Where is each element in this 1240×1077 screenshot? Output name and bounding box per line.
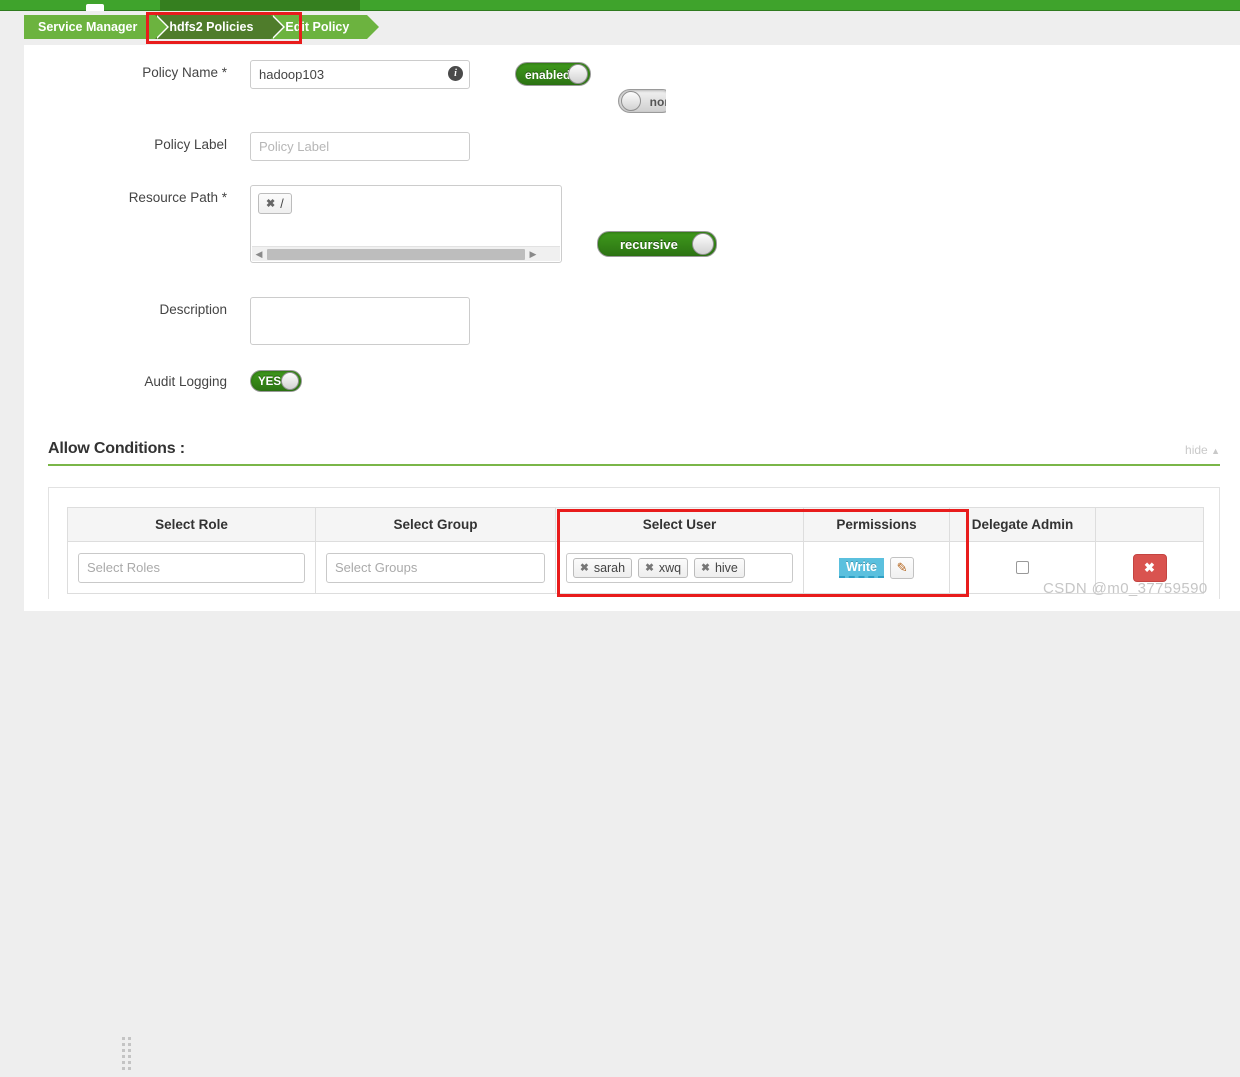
breadcrumb: Service Manager hdfs2 Policies Edit Poli… — [24, 15, 380, 39]
cell-select-user: ✖ sarah ✖ xwq ✖ hive — [555, 541, 804, 594]
remove-icon[interactable]: ✖ — [645, 562, 654, 574]
resource-path-row: Resource Path * ✖ / ◀ ▶ recursive — [24, 185, 717, 263]
audit-logging-toggle-label: YES — [258, 376, 282, 388]
toggle-knob — [568, 64, 588, 84]
close-icon: ✖ — [1144, 559, 1155, 575]
hide-toggle-link[interactable]: hide ▲ — [1185, 443, 1220, 457]
user-chip-sarah[interactable]: ✖ sarah — [573, 557, 633, 578]
allow-conditions-divider — [48, 464, 1220, 466]
toggle-knob — [621, 91, 641, 111]
app-top-bar-section — [160, 0, 360, 11]
select-users-input[interactable]: ✖ sarah ✖ xwq ✖ hive — [566, 552, 793, 583]
policy-name-row: Policy Name * i enabled — [24, 60, 591, 89]
remove-icon[interactable]: ✖ — [266, 197, 275, 210]
remove-icon[interactable]: ✖ — [580, 562, 589, 574]
description-label: Description — [159, 302, 227, 317]
cell-permissions: Write ✎ — [803, 541, 950, 594]
policy-label-input[interactable] — [250, 132, 470, 161]
permissions-cell: Write ✎ — [814, 556, 939, 579]
select-groups-input[interactable]: Select Groups — [326, 552, 545, 583]
watermark: CSDN @m0_37759590 — [1043, 580, 1208, 597]
breadcrumb-label: Edit Policy — [285, 20, 350, 34]
user-chip-hive[interactable]: ✖ hive — [694, 557, 745, 578]
breadcrumb-label: hdfs2 Policies — [169, 20, 254, 34]
audit-logging-toggle-wrap: YES — [250, 370, 302, 392]
user-chip-xwq[interactable]: ✖ xwq — [638, 557, 689, 578]
policy-status-toggle-wrap: enabled — [515, 60, 591, 86]
toggle-knob — [281, 372, 299, 390]
resource-path-box[interactable]: ✖ / ◀ ▶ — [250, 185, 562, 263]
audit-logging-label: Audit Logging — [144, 373, 227, 389]
policy-label-field-wrap — [250, 132, 470, 161]
policy-type-toggle-label: nor — [649, 95, 666, 109]
permission-badge-write[interactable]: Write — [838, 557, 885, 578]
scrollbar-thumb[interactable] — [267, 248, 525, 260]
select-roles-input[interactable]: Select Roles — [78, 552, 305, 583]
caret-up-icon: ▲ — [1211, 446, 1220, 456]
audit-logging-row: Audit Logging YES — [24, 370, 302, 392]
allow-conditions-header: Allow Conditions : hide ▲ — [48, 440, 1220, 458]
description-textarea[interactable] — [250, 297, 470, 345]
hide-label: hide — [1185, 443, 1208, 457]
table-header-row: Select Role Select Group Select User Per… — [67, 507, 1204, 542]
info-icon[interactable]: i — [448, 66, 463, 81]
select-groups-placeholder: Select Groups — [335, 560, 418, 575]
policy-name-label: Policy Name * — [142, 65, 227, 80]
app-top-bar — [0, 0, 1240, 11]
allow-conditions-table: Select Role Select Group Select User Per… — [67, 507, 1204, 594]
allow-conditions-title: Allow Conditions : — [48, 440, 185, 457]
policy-status-toggle-label: enabled — [525, 68, 571, 82]
policy-label-label: Policy Label — [154, 137, 227, 152]
pencil-icon: ✎ — [896, 559, 908, 575]
recursive-toggle[interactable]: recursive — [597, 231, 717, 257]
resource-path-hscrollbar[interactable]: ◀ ▶ — [252, 246, 560, 261]
recursive-toggle-wrap: recursive — [597, 185, 717, 257]
column-header-permissions: Permissions — [803, 507, 950, 542]
remove-icon[interactable]: ✖ — [701, 562, 710, 574]
breadcrumb-item-hdfs2-policies[interactable]: hdfs2 Policies — [155, 15, 286, 39]
policy-type-toggle[interactable]: nor — [618, 89, 666, 113]
recursive-toggle-label: recursive — [620, 237, 678, 252]
column-header-select-role: Select Role — [67, 507, 316, 542]
delegate-admin-checkbox[interactable] — [1016, 561, 1029, 574]
column-header-select-user: Select User — [555, 507, 804, 542]
column-header-select-group: Select Group — [315, 507, 556, 542]
user-chip-label: sarah — [593, 560, 626, 575]
audit-logging-toggle[interactable]: YES — [250, 370, 302, 392]
scroll-left-icon[interactable]: ◀ — [252, 249, 266, 260]
breadcrumb-label: Service Manager — [38, 20, 138, 34]
policy-name-input[interactable] — [250, 60, 470, 89]
column-header-actions — [1095, 507, 1204, 542]
toggle-knob — [692, 233, 714, 255]
drag-handle[interactable] — [122, 1037, 131, 1077]
delete-row-button[interactable]: ✖ — [1132, 553, 1167, 582]
policy-type-toggle-wrap: nor — [618, 89, 666, 113]
table-row: Select Roles Select Groups ✖ sarah ✖ xwq… — [67, 541, 1204, 594]
user-chip-label: hive — [714, 560, 738, 575]
scroll-right-icon[interactable]: ▶ — [526, 249, 540, 260]
resource-path-chip[interactable]: ✖ / — [258, 193, 292, 214]
resource-path-chip-label: / — [280, 196, 284, 211]
description-field-wrap — [250, 297, 470, 348]
column-header-delegate-admin: Delegate Admin — [949, 507, 1096, 542]
policy-status-toggle[interactable]: enabled — [515, 62, 591, 86]
edit-permissions-button[interactable]: ✎ — [890, 556, 915, 579]
resource-path-label: Resource Path * — [128, 190, 227, 205]
cell-select-role: Select Roles — [67, 541, 316, 594]
breadcrumb-item-service-manager[interactable]: Service Manager — [24, 15, 170, 39]
policy-label-row: Policy Label — [24, 132, 470, 161]
policy-name-field-wrap: i — [250, 60, 470, 89]
select-roles-placeholder: Select Roles — [87, 560, 160, 575]
app-logo — [86, 4, 104, 11]
user-chip-label: xwq — [658, 560, 682, 575]
breadcrumb-item-edit-policy[interactable]: Edit Policy — [271, 15, 380, 39]
cell-select-group: Select Groups — [315, 541, 556, 594]
description-row: Description — [24, 297, 470, 348]
